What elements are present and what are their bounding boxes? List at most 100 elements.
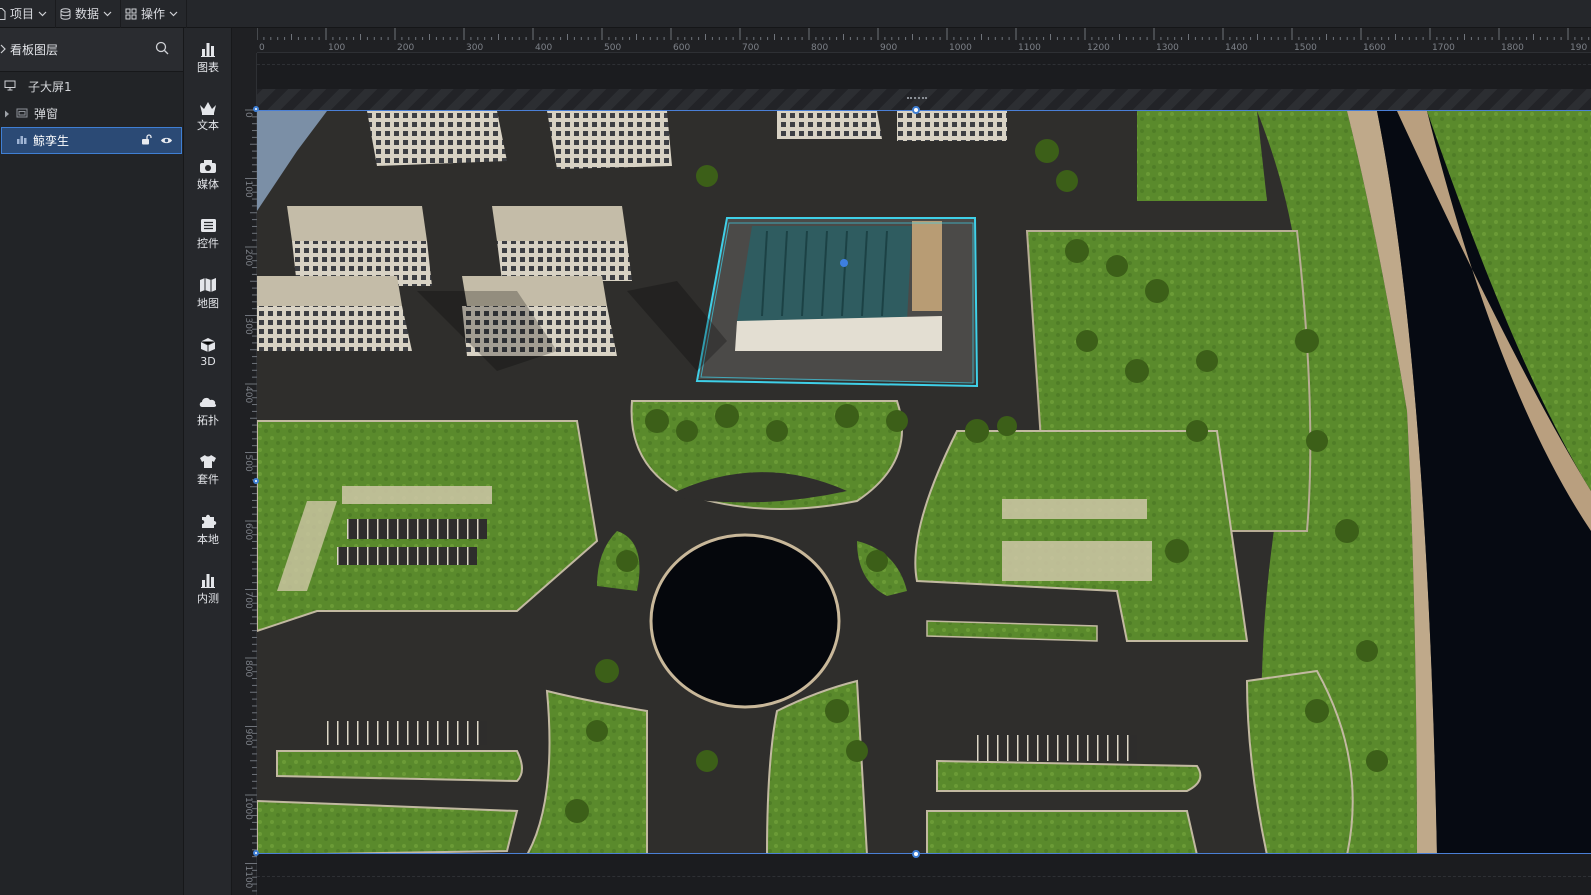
tool-media[interactable]: 媒体 (184, 146, 232, 205)
ruler-label: 600 (243, 523, 253, 540)
selected-factory-model (695, 217, 979, 388)
ruler-label: 600 (673, 43, 690, 53)
ruler-label: 300 (243, 318, 253, 335)
tool-map[interactable]: 地图 (184, 264, 232, 323)
layer-item-label: 鲸孪生 (33, 134, 70, 148)
tool-label: 3D (200, 355, 216, 368)
tool-beta[interactable]: 内测 (184, 559, 232, 618)
ruler-label: 300 (466, 43, 483, 53)
guide-line (257, 876, 1591, 877)
ruler-corner (232, 28, 257, 53)
ruler-label: 400 (535, 43, 552, 53)
ruler-label: 700 (742, 43, 759, 53)
bar-chart-icon (200, 41, 216, 57)
ruler-label: 500 (243, 455, 253, 472)
crown-icon (199, 101, 217, 115)
ruler-label: 400 (243, 386, 253, 403)
puzzle-icon (200, 513, 217, 529)
layer-item-popup[interactable]: 弹窗 (0, 100, 183, 127)
ruler-label: 800 (243, 660, 253, 677)
tool-label: 本地 (197, 532, 219, 546)
tool-label: 图表 (197, 60, 219, 74)
ruler-label: 1300 (1156, 43, 1179, 53)
tool-label: 媒体 (197, 178, 219, 191)
ruler-label: 100 (328, 43, 345, 53)
ruler-label: 1100 (1018, 43, 1041, 53)
tool-kit[interactable]: 套件 (184, 441, 232, 500)
canvas-area[interactable]: 0 100 200 300 400 500 600 700 800 900 1000 1100 1200… (232, 28, 1591, 895)
menu-data[interactable]: 数据 (56, 0, 122, 28)
resize-handle-bottom-left[interactable] (253, 850, 259, 856)
database-icon (60, 7, 71, 20)
tool-3d[interactable]: 3D (184, 323, 232, 382)
ruler-label: 1600 (1363, 43, 1386, 53)
camera-icon (199, 159, 217, 174)
tool-label: 控件 (197, 237, 219, 250)
resize-handle-top[interactable] (912, 106, 920, 114)
unlock-icon[interactable] (141, 133, 152, 148)
ruler-label: 200 (243, 249, 253, 266)
ruler-label: 0 (243, 112, 253, 118)
monitor-icon (4, 80, 16, 94)
vertical-ruler: 0 100 200 300 400 500 600 700 800 900 1000 1100 (232, 53, 257, 895)
horizontal-ruler: 0 100 200 300 400 500 600 700 800 900 1000 1100 1200… (257, 28, 1591, 53)
layer-item-twin[interactable]: 鲸孪生 (1, 127, 182, 154)
resize-handle-bottom[interactable] (912, 850, 920, 858)
ruler-label: 190 (1570, 43, 1587, 53)
ruler-label: 1400 (1225, 43, 1248, 53)
resize-handle-top-left[interactable] (253, 106, 259, 112)
ruler-label: 900 (880, 43, 897, 53)
ruler-label: 100 (243, 181, 253, 198)
tool-local[interactable]: 本地 (184, 500, 232, 559)
tool-label: 文本 (197, 118, 219, 132)
chevron-down-icon (169, 11, 178, 17)
menu-data-label: 数据 (75, 7, 100, 21)
document-icon (0, 7, 6, 20)
ruler-label: 1700 (1432, 43, 1455, 53)
tool-label: 地图 (197, 296, 219, 310)
ruler-label: 1200 (1087, 43, 1110, 53)
tool-text[interactable]: 文本 (184, 87, 232, 146)
menu-bar: 项目 数据 操作 (0, 0, 1591, 28)
layer-panel: 看板图层 子大屏1 弹窗 鲸孪生 (0, 28, 184, 895)
campus-scene-render (257, 111, 1591, 853)
topology-icon (199, 395, 217, 410)
cube-icon (200, 337, 216, 353)
ruler-label: 1000 (949, 43, 972, 53)
layer-item-label: 子大屏1 (28, 80, 72, 94)
component-toolbar: 图表 文本 媒体 控件 地图 3D 拓扑 套件 本地 内测 (184, 28, 232, 895)
menu-operation-label: 操作 (141, 7, 166, 21)
grid-icon (125, 8, 137, 20)
chevron-down-icon (103, 11, 112, 17)
menu-project[interactable]: 项目 (0, 0, 57, 28)
layer-item-label: 弹窗 (34, 107, 59, 121)
twin-3d-scene[interactable] (257, 110, 1591, 854)
guide-line (257, 64, 1591, 65)
ruler-label: 1800 (1501, 43, 1524, 53)
search-icon[interactable] (155, 41, 169, 58)
menu-operation[interactable]: 操作 (121, 0, 188, 28)
tool-topology[interactable]: 拓扑 (184, 382, 232, 441)
chevron-down-icon (38, 11, 47, 17)
ruler-label: 1100 (243, 866, 253, 889)
tool-label: 内测 (197, 591, 219, 605)
tool-label: 拓扑 (197, 414, 219, 427)
layer-panel-title: 看板图层 (10, 43, 59, 57)
drag-grip-icon[interactable] (907, 97, 927, 102)
map-icon (199, 277, 217, 293)
tool-label: 套件 (197, 473, 219, 486)
ruler-label: 800 (811, 43, 828, 53)
eye-icon[interactable] (160, 134, 173, 148)
tool-widget[interactable]: 控件 (184, 205, 232, 264)
layer-item-sub-screen[interactable]: 子大屏1 (0, 73, 183, 100)
ruler-label: 700 (243, 592, 253, 609)
caret-right-icon[interactable] (4, 107, 10, 121)
layer-panel-header: 看板图层 (0, 28, 183, 72)
ruler-label: 900 (243, 729, 253, 746)
menu-project-label: 项目 (10, 7, 35, 21)
ruler-label: 500 (604, 43, 621, 53)
ruler-label: 200 (397, 43, 414, 53)
tool-chart[interactable]: 图表 (184, 28, 232, 87)
chevron-right-icon[interactable] (0, 43, 7, 57)
resize-handle-left[interactable] (253, 478, 259, 484)
